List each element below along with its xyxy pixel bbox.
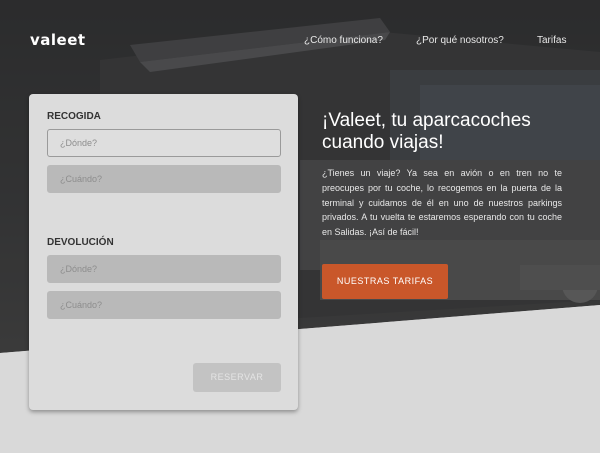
reserve-button[interactable]: RESERVAR [193, 363, 281, 392]
nav-link-why-us[interactable]: ¿Por qué nosotros? [416, 35, 504, 46]
return-location-input[interactable]: ¿Dónde? [47, 255, 281, 283]
hero-description: ¿Tienes un viaje? Ya sea en avión o en t… [322, 168, 562, 238]
hero-headline: ¡Valeet, tu aparcacoches cuando viajas! [322, 110, 531, 153]
nav-link-pricing[interactable]: Tarifas [537, 35, 566, 46]
pricing-cta-button[interactable]: NUESTRAS TARIFAS [322, 264, 448, 299]
pickup-location-input[interactable]: ¿Dónde? [47, 129, 281, 157]
top-navigation: valeet ¿Cómo funciona? ¿Por qué nosotros… [0, 0, 600, 80]
nav-link-how-it-works[interactable]: ¿Cómo funciona? [304, 35, 383, 46]
pickup-date-input[interactable]: ¿Cuándo? [47, 165, 281, 193]
valeet-logo[interactable]: valeet [30, 31, 86, 49]
return-date-input[interactable]: ¿Cuándo? [47, 291, 281, 319]
booking-form-panel: RECOGIDA ¿Dónde? ¿Cuándo? DEVOLUCIÓN ¿Dó… [29, 94, 298, 410]
return-section-title: DEVOLUCIÓN [47, 237, 114, 248]
pickup-section-title: RECOGIDA [47, 111, 101, 122]
